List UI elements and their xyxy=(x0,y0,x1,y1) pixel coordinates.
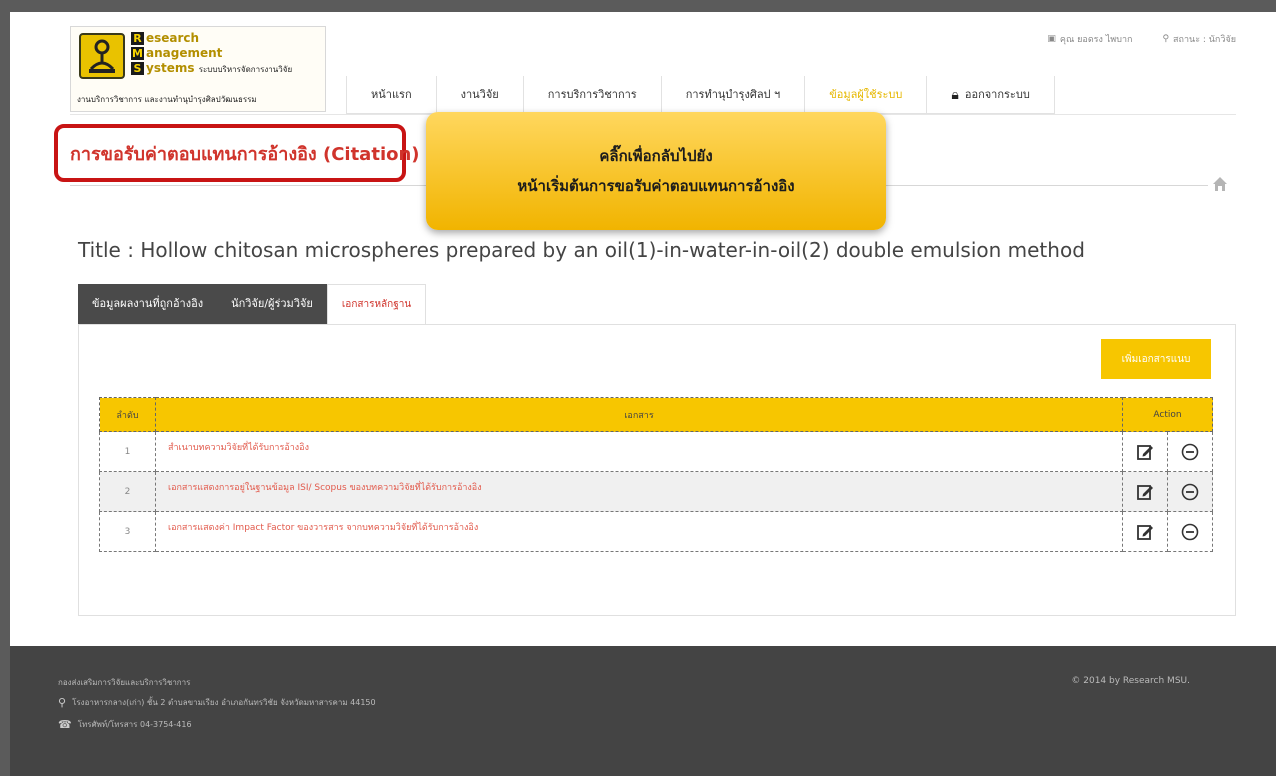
nav-arts-culture[interactable]: การทำนุบำรุงศิลป ฯ xyxy=(660,76,805,113)
user-info[interactable]: ▣ คุณ ยอดรง ไพบาก xyxy=(1047,32,1132,46)
document-title: Title : Hollow chitosan microspheres pre… xyxy=(78,238,1085,262)
table-header-row: ลำดับ เอกสาร Action xyxy=(99,397,1213,432)
table-row: 3 เอกสารแสดงค่า Impact Factor ของวารสาร … xyxy=(99,511,1213,552)
document-link[interactable]: เอกสารแสดงค่า Impact Factor ของวารสาร จา… xyxy=(155,511,1123,552)
site-logo[interactable]: Research Management Systems ระบบบริหารจั… xyxy=(70,26,326,112)
footer-address: ⚲ โรงอาหารกลาง(เก่า) ชั้น 2 ตำบลขามเรียง… xyxy=(58,696,376,709)
footer: กองส่งเสริมการวิจัยและบริการวิชาการ ⚲ โร… xyxy=(10,646,1276,776)
user-name: คุณ ยอดรง ไพบาก xyxy=(1059,35,1133,45)
col-document: เอกสาร xyxy=(155,397,1123,432)
edit-icon xyxy=(1137,484,1153,500)
tooltip-callout: คลิ๊กเพื่อกลับไปยัง หน้าเริ่มต้นการขอรับ… xyxy=(426,112,886,230)
page-title: การขอรับค่าตอบแทนการอ้างอิง (Citation) xyxy=(70,143,420,165)
tab-researchers[interactable]: นักวิจัย/ผู้ร่วมวิจัย xyxy=(217,284,327,324)
status-info: ⚲ สถานะ : นักวิจัย xyxy=(1162,32,1236,46)
tab-evidence-documents[interactable]: เอกสารหลักฐาน xyxy=(326,284,427,324)
add-attachment-button[interactable]: เพิ่มเอกสารแนบ xyxy=(1101,339,1211,379)
minus-circle-icon xyxy=(1181,443,1199,460)
page-title-highlight[interactable]: การขอรับค่าตอบแทนการอ้างอิง (Citation) xyxy=(54,124,420,182)
edit-icon xyxy=(1137,444,1153,460)
edit-button[interactable] xyxy=(1122,431,1168,472)
logo-line-2: Management xyxy=(131,46,223,60)
document-link[interactable]: เอกสารแสดงการอยู่ในฐานข้อมูล ISI/ Scopus… xyxy=(155,471,1123,512)
edit-button[interactable] xyxy=(1122,471,1168,512)
lock-icon: 🔒︎ xyxy=(951,86,959,103)
document-link[interactable]: สำเนาบทความวิจัยที่ได้รับการอ้างอิง xyxy=(155,431,1123,472)
col-action: Action xyxy=(1122,397,1213,432)
nav-research[interactable]: งานวิจัย xyxy=(435,76,523,113)
edit-button[interactable] xyxy=(1122,511,1168,552)
main-nav: หน้าแรก งานวิจัย การบริการวิชาการ การทำน… xyxy=(346,76,1055,114)
documents-table: ลำดับ เอกสาร Action 1 สำเนาบทความวิจัยที… xyxy=(99,397,1213,552)
logo-subtitle: งานบริการวิชาการ และงานทำนุบำรุงศิลปวัฒน… xyxy=(77,95,257,104)
map-pin-icon: ⚲ xyxy=(58,696,67,709)
nav-logout[interactable]: 🔒︎ ออกจากระบบ xyxy=(926,76,1055,113)
edit-icon xyxy=(1137,524,1153,540)
col-no: ลำดับ xyxy=(99,397,156,432)
nav-academic-service[interactable]: การบริการวิชาการ xyxy=(522,76,661,113)
row-number: 2 xyxy=(99,471,156,512)
microscope-icon xyxy=(79,33,125,79)
logo-line-3: Systems ระบบบริหารจัดการงานวิจัย xyxy=(131,61,292,76)
footer-phone: ☎ โทรศัพท์/โทรสาร 04-3754-416 xyxy=(58,718,192,731)
minus-circle-icon xyxy=(1181,483,1199,500)
table-row: 2 เอกสารแสดงการอยู่ในฐานข้อมูล ISI/ Scop… xyxy=(99,471,1213,512)
documents-panel: เพิ่มเอกสารแนบ ลำดับ เอกสาร Action 1 สำเ… xyxy=(78,324,1236,616)
location-icon: ⚲ xyxy=(1162,34,1170,44)
callout-line-1: คลิ๊กเพื่อกลับไปยัง xyxy=(599,147,713,165)
tab-cited-work[interactable]: ข้อมูลผลงานที่ถูกอ้างอิง xyxy=(78,284,218,324)
status-label: สถานะ : นักวิจัย xyxy=(1173,35,1236,45)
remove-button[interactable] xyxy=(1167,431,1213,472)
footer-org: กองส่งเสริมการวิจัยและบริการวิชาการ xyxy=(58,678,191,687)
remove-button[interactable] xyxy=(1167,471,1213,512)
nav-home[interactable]: หน้าแรก xyxy=(346,76,436,113)
table-row: 1 สำเนาบทความวิจัยที่ได้รับการอ้างอิง xyxy=(99,431,1213,472)
nav-user-info[interactable]: ข้อมูลผู้ใช้ระบบ xyxy=(804,76,926,113)
row-number: 1 xyxy=(99,431,156,472)
copyright: © 2014 by Research MSU. xyxy=(1071,676,1190,686)
home-icon[interactable] xyxy=(1212,176,1228,192)
phone-icon: ☎ xyxy=(58,718,72,731)
minus-circle-icon xyxy=(1181,523,1199,540)
callout-line-2: หน้าเริ่มต้นการขอรับค่าตอบแทนการอ้างอิง xyxy=(517,177,795,195)
remove-button[interactable] xyxy=(1167,511,1213,552)
user-bar: ▣ คุณ ยอดรง ไพบาก ⚲ สถานะ : นักวิจัย xyxy=(1047,32,1236,46)
row-number: 3 xyxy=(99,511,156,552)
logo-line-1: Research xyxy=(131,31,199,45)
user-icon: ▣ xyxy=(1047,34,1056,44)
tab-bar: ข้อมูลผลงานที่ถูกอ้างอิง นักวิจัย/ผู้ร่ว… xyxy=(78,284,427,324)
